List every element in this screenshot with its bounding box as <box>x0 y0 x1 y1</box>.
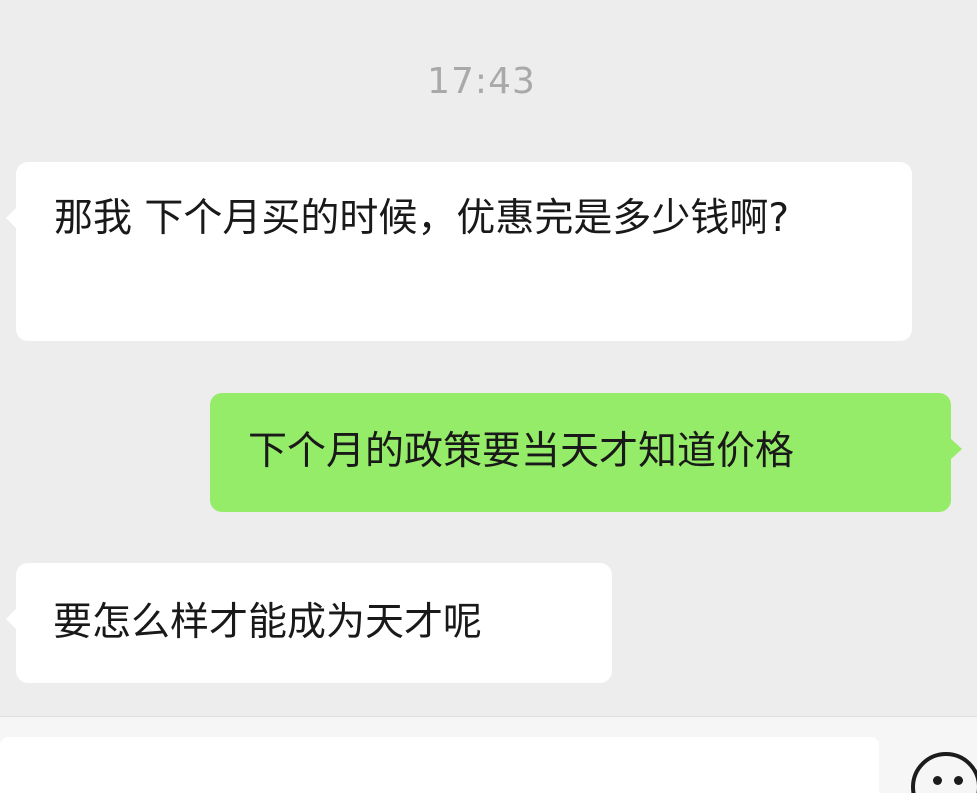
message-timestamp: 17:43 <box>427 61 536 102</box>
outgoing-message-bubble[interactable]: 下个月的政策要当天才知道价格 <box>210 393 962 512</box>
incoming-message-bubble[interactable]: 那我 下个月买的时候，优惠完是多少钱啊? <box>6 162 912 341</box>
emoji-eye-right <box>954 776 963 785</box>
incoming-message-bubble[interactable]: 要怎么样才能成为天才呢 <box>6 563 612 683</box>
chat-screen: 17:43 那我 下个月买的时候，优惠完是多少钱啊? 下个月的政策要当天才知道价… <box>0 0 977 793</box>
message-input[interactable] <box>0 737 879 793</box>
emoji-eye-left <box>933 776 942 785</box>
